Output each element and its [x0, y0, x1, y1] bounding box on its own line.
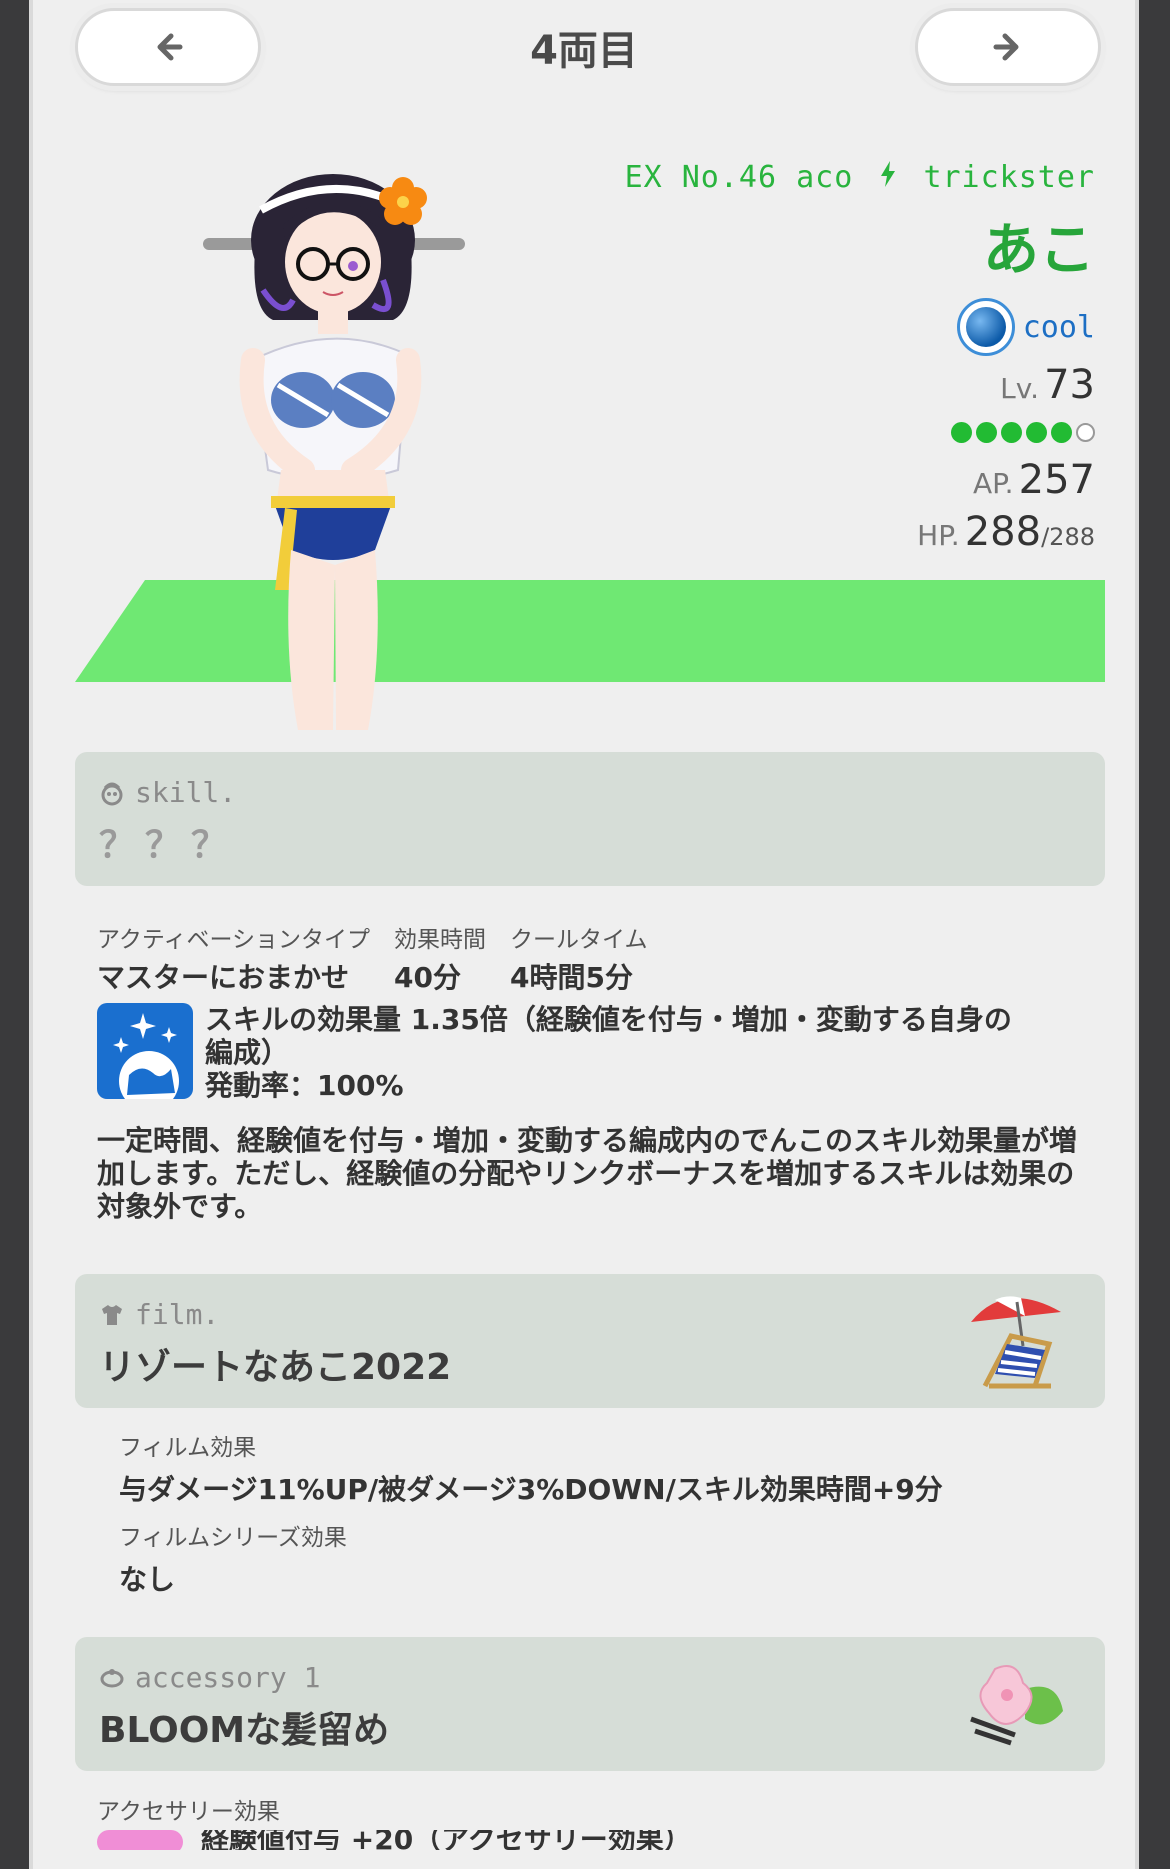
skill-description: 一定時間、経験値を付与・増加・変動する編成内のでんこのスキル効果量が増加します。… — [97, 1124, 1078, 1223]
rank-dot-filled — [1051, 422, 1072, 443]
rank-dot-filled — [951, 422, 972, 443]
skill-effect-text: スキルの効果量 1.35倍（経験値を付与・増加・変動する自身の 編成） 発動率：… — [205, 1003, 1012, 1102]
cool-time-label: クールタイム — [510, 927, 648, 953]
effect-duration-label: 効果時間 — [394, 927, 487, 953]
accessory-name: BLOOMな髪留め — [99, 1710, 390, 1751]
accessory-effect-label: アクセサリー効果 — [97, 1799, 280, 1825]
skill-label-row: skill. — [99, 776, 236, 809]
beach-chair-umbrella-icon — [971, 1296, 1061, 1389]
rank-dot-empty — [1076, 423, 1095, 442]
film-name: リゾートなあこ2022 — [99, 1347, 452, 1388]
level-value: 73 — [1044, 362, 1095, 408]
attribute-row: cool — [625, 298, 1095, 356]
car-detail-page: 4両目 EX No.46 aco trickster あこ cool Lv. 7… — [29, 0, 1139, 1869]
film-series-value: なし — [119, 1563, 176, 1596]
cool-time-value: 4時間5分 — [510, 961, 633, 994]
cool-time: クールタイム 4時間5分 — [510, 920, 648, 996]
hp-value: 288 — [964, 509, 1042, 555]
character-hero: EX No.46 aco trickster あこ cool Lv. 73 AP… — [33, 140, 1135, 740]
shirt-icon — [102, 1304, 122, 1325]
rank-dot-filled — [976, 422, 997, 443]
film-card[interactable]: film. リゾートなあこ2022 — [75, 1274, 1105, 1408]
accessory-label: accessory 1 — [135, 1661, 321, 1694]
film-label-row: film. — [99, 1298, 219, 1331]
sparkle-globe-icon — [97, 1003, 193, 1099]
rank-dots — [625, 422, 1095, 443]
skill-label: skill. — [135, 776, 237, 809]
skill-effect: スキルの効果量 1.35倍（経験値を付与・増加・変動する自身の 編成） 発動率：… — [97, 1003, 1097, 1102]
skill-card[interactable]: skill. ？？？ — [75, 752, 1105, 886]
ap-line: AP. 257 — [625, 457, 1095, 503]
film-effect-label: フィルム効果 — [119, 1435, 257, 1461]
attribute-label: cool — [1022, 309, 1095, 345]
skill-activation-rate: 発動率：100% — [205, 1069, 404, 1102]
hp-label: HP. — [917, 519, 960, 552]
film-label: film. — [135, 1298, 220, 1331]
level-label: Lv. — [1000, 372, 1039, 405]
skill-effect-line2: 編成） — [205, 1036, 290, 1069]
arrow-right-icon — [993, 33, 1019, 61]
ap-value: 257 — [1018, 457, 1095, 503]
accessory-label-row: accessory 1 — [99, 1661, 320, 1694]
character-portrait[interactable] — [193, 170, 513, 730]
next-car-button[interactable] — [915, 8, 1101, 86]
activation-type-value: マスターにおまかせ — [97, 961, 350, 994]
accessory-effect-badge — [97, 1830, 183, 1850]
ring-icon — [100, 1668, 124, 1687]
rank-dot-filled — [1001, 422, 1022, 443]
skill-name: ？？？ — [99, 825, 238, 866]
accessory-effect-row: 経験値付与 +20（アクセサリー効果） — [97, 1830, 767, 1850]
hp-max: /288 — [1041, 523, 1095, 551]
character-stats: EX No.46 aco trickster あこ cool Lv. 73 AP… — [625, 160, 1095, 555]
film-series-effect: フィルムシリーズ効果 なし — [119, 1518, 347, 1598]
activation-type-label: アクティベーションタイプ — [97, 927, 371, 953]
cool-orb-icon — [956, 298, 1015, 356]
cherry-blossom-hairpin-icon — [970, 1665, 1063, 1746]
ap-label: AP. — [972, 467, 1014, 500]
hp-line: HP. 288/288 — [625, 509, 1095, 555]
film-effect-value: 与ダメージ11%UP/被ダメージ3%DOWN/スキル効果時間+9分 — [119, 1473, 943, 1506]
level-line: Lv. 73 — [625, 362, 1095, 408]
effect-duration: 効果時間 40分 — [394, 920, 486, 996]
activation-type: アクティベーションタイプ マスターにおまかせ — [97, 920, 370, 996]
film-series-label: フィルムシリーズ効果 — [119, 1525, 347, 1551]
skill-icon — [101, 782, 123, 805]
accessory-effect-value: 経験値付与 +20（アクセサリー効果） — [201, 1830, 692, 1850]
rank-dot-filled — [1026, 422, 1047, 443]
film-effect: フィルム効果 与ダメージ11%UP/被ダメージ3%DOWN/スキル効果時間+9分 — [119, 1428, 943, 1508]
skill-meta: アクティベーションタイプ マスターにおまかせ 効果時間 40分 クールタイム 4… — [97, 920, 648, 996]
character-code-line: EX No.46 aco trickster — [625, 160, 1095, 195]
skill-effect-line1: スキルの効果量 1.35倍（経験値を付与・増加・変動する自身の — [205, 1003, 1012, 1036]
character-code: EX No.46 aco — [624, 160, 854, 195]
effect-duration-value: 40分 — [394, 961, 461, 994]
character-type: trickster — [923, 160, 1095, 195]
character-name: あこ — [983, 218, 1095, 283]
bolt-icon — [880, 160, 896, 195]
accessory-card[interactable]: accessory 1 BLOOMな髪留め — [75, 1637, 1105, 1771]
